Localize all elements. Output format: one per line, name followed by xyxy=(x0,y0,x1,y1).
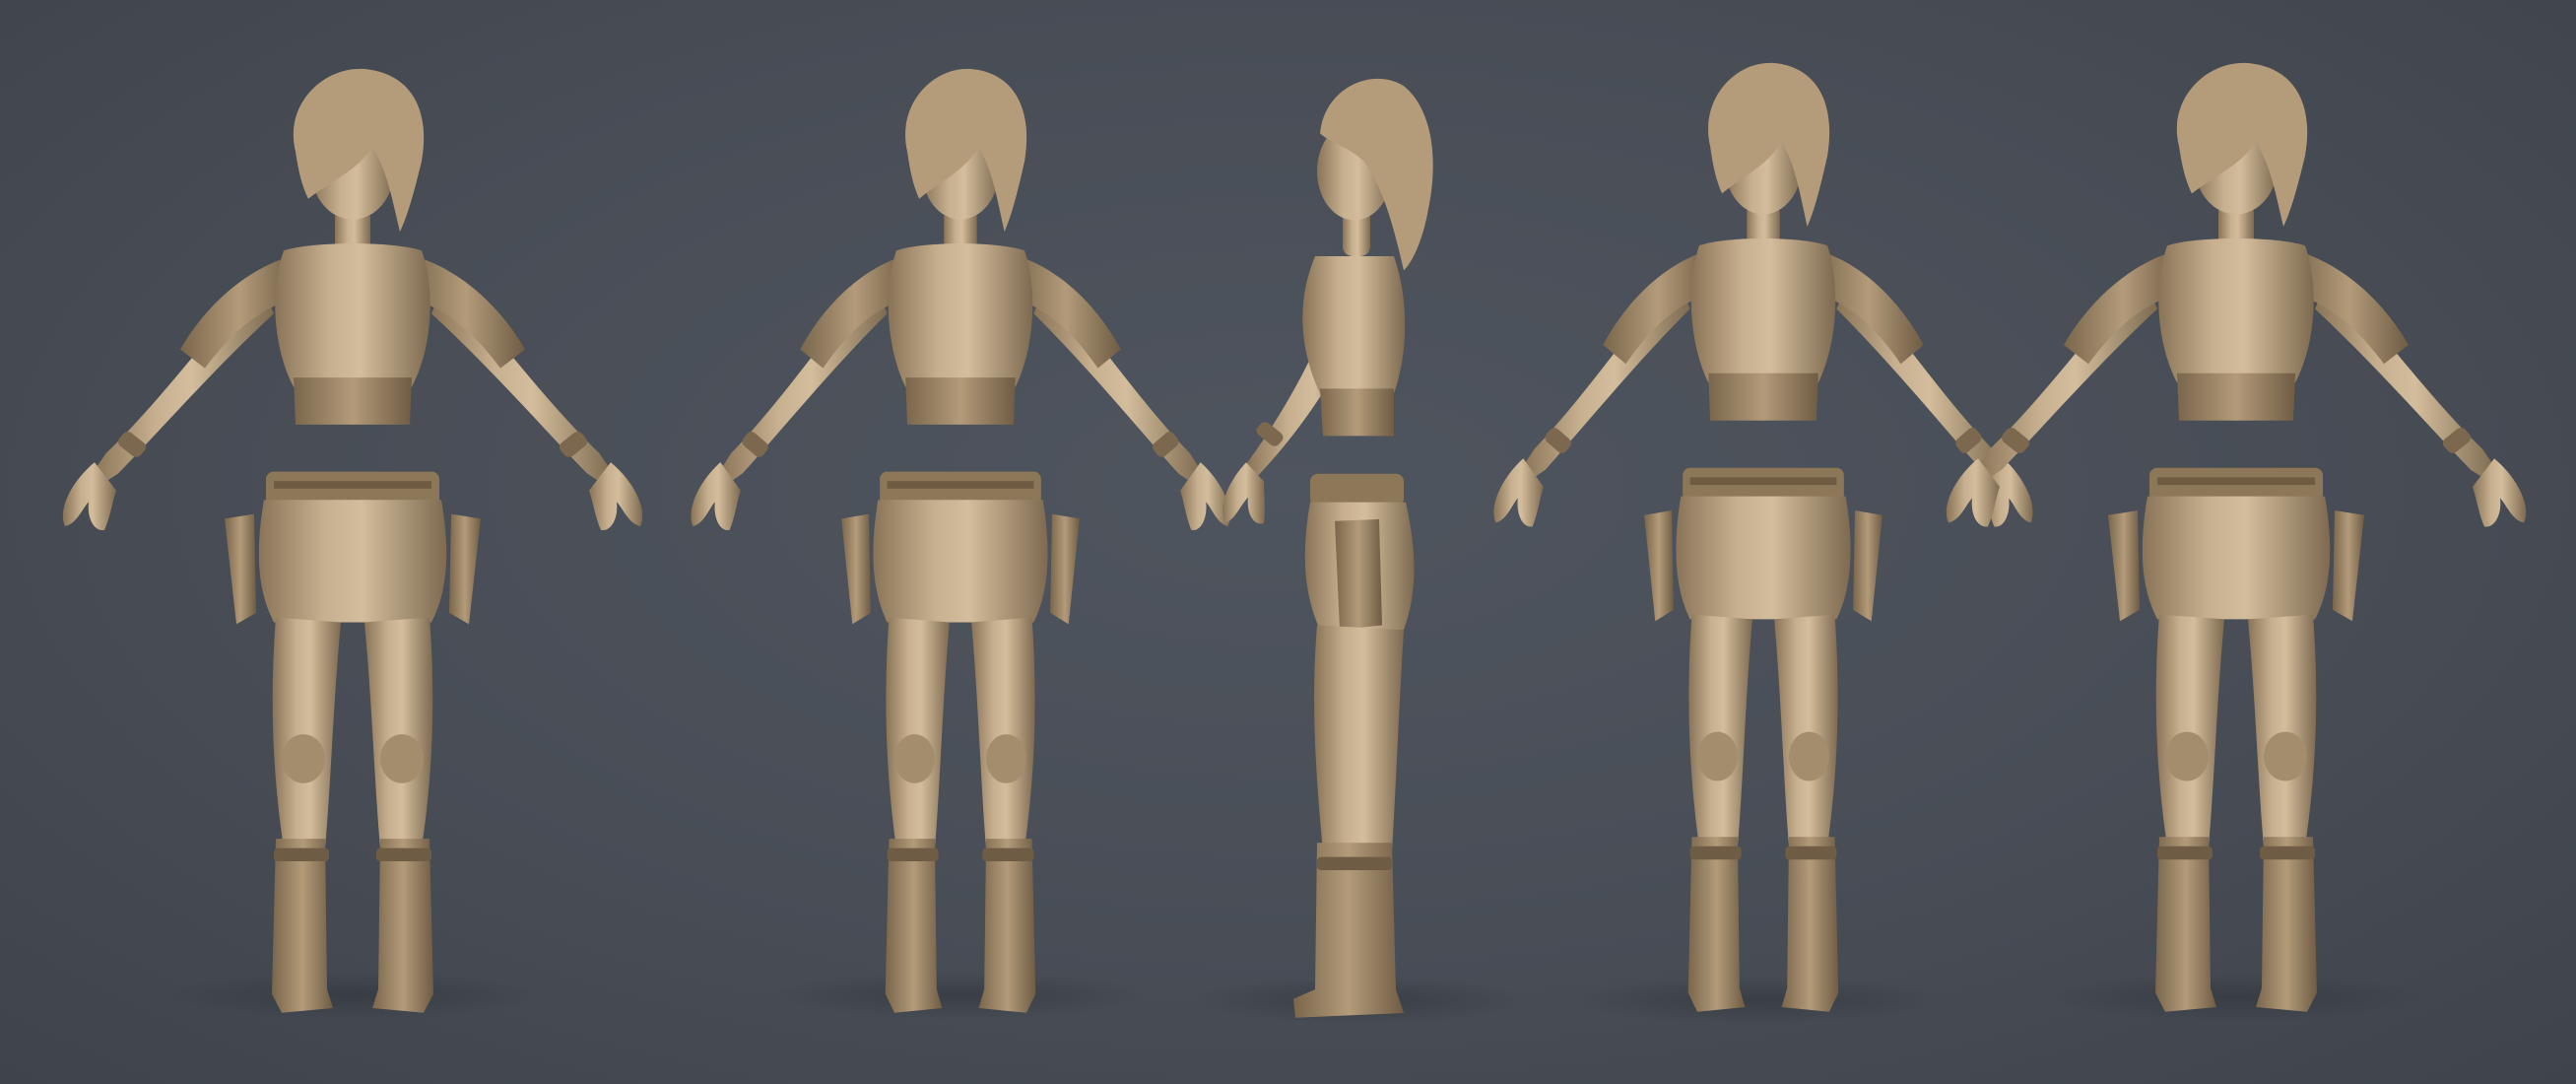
floor-shadow xyxy=(2049,974,2423,1021)
back-view xyxy=(1946,62,2527,1012)
floor-shadow xyxy=(165,972,540,1019)
floor-shadow xyxy=(773,972,1148,1019)
turnaround-canvas xyxy=(62,62,2527,1024)
floor-shadow xyxy=(1571,977,1946,1024)
turnaround-render xyxy=(0,0,2576,1084)
side-view xyxy=(1222,78,1433,1018)
three-quarter-back-view xyxy=(1493,62,2033,1012)
three-quarter-front-view xyxy=(691,68,1230,1013)
front-view xyxy=(62,68,643,1013)
